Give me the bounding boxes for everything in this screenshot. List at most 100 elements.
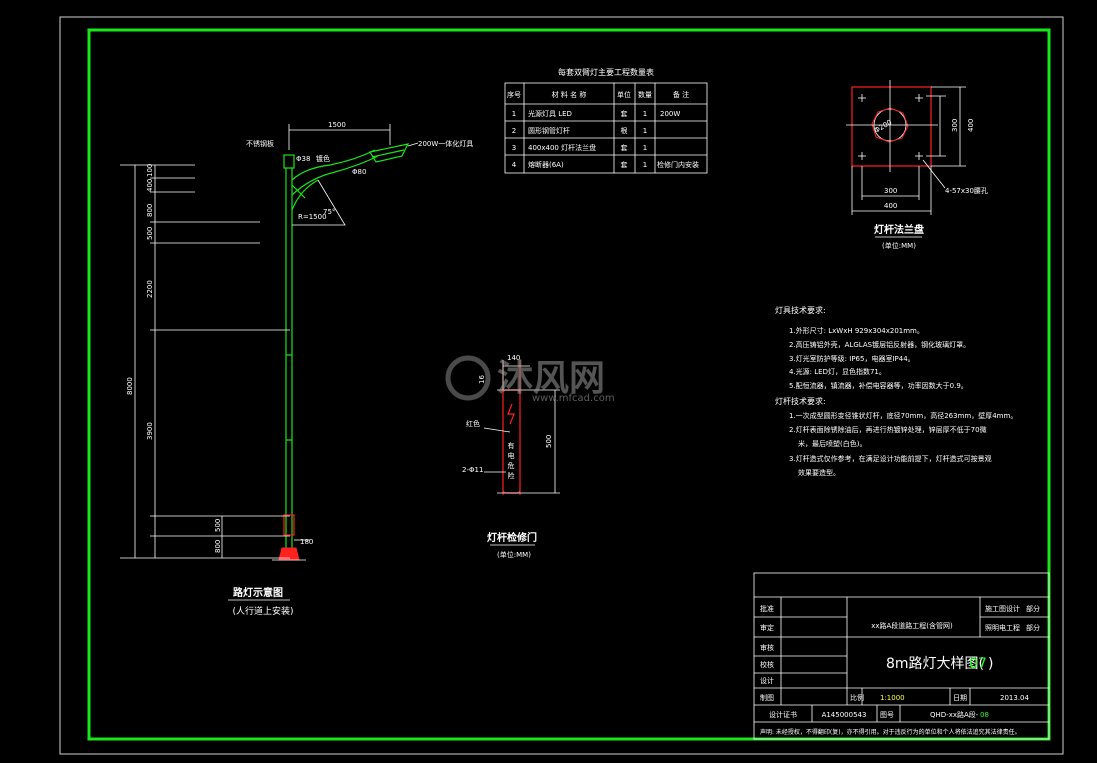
qt-row3-qty: 1 xyxy=(643,144,647,152)
label-bend: 镀色 xyxy=(316,154,330,163)
watermark-url: www.mfcad.com xyxy=(532,393,615,404)
tb-scale-value: 1:1000 xyxy=(880,694,905,702)
qt-row4-no: 4 xyxy=(512,161,517,169)
dim-800: 800 xyxy=(146,204,154,217)
qt-row4-qty: 1 xyxy=(643,161,647,169)
tb-label-approve: 批准 xyxy=(760,604,774,613)
flange-caption-note: (单位:MM) xyxy=(882,241,916,250)
pole-note-5: 效果要造型。 xyxy=(798,468,840,477)
tb-scale-label: 比例 xyxy=(850,693,864,702)
tb-stage2-label: 照明电工程 xyxy=(985,623,1020,632)
qt-row4-unit: 套 xyxy=(621,160,628,169)
qt-row1-name: 光源灯具 LED xyxy=(528,109,572,118)
label-stainless: 不锈钢板 xyxy=(246,139,274,148)
pole-note-2: 2.灯杆表面除锈除油后，再进行热镀锌处理，锌层厚不低于70微 xyxy=(789,425,987,434)
label-dia-top: Φ38 xyxy=(296,155,310,163)
tb-cert-label: 设计证书 xyxy=(769,710,797,719)
lamp-notes-heading: 灯具技术要求: xyxy=(775,305,826,315)
label-angle: 75° xyxy=(323,208,335,216)
lightning-icon xyxy=(507,403,515,425)
qt-row1-no: 1 xyxy=(512,110,516,118)
door-text-1: 有 xyxy=(508,441,515,450)
tb-drawing-no: 07 xyxy=(969,656,987,672)
qt-row2-qty: 1 xyxy=(643,127,647,135)
pole-notes-heading: 灯杆技术要求: xyxy=(775,396,826,406)
door-dim-height: 500 xyxy=(545,435,553,448)
lamp-note-5: 5.配恒流器，镇流器，补偿电容器等，功率因数大于0.9。 xyxy=(789,381,968,390)
tb-stage2-value: 部分 xyxy=(1026,623,1040,632)
door-text-2: 电 xyxy=(508,451,515,460)
tb-figno-value: QHD-xx路A段- xyxy=(930,710,979,719)
watermark: 沐风网 www.mfcad.com xyxy=(445,355,615,404)
tb-stage1-label: 施工图设计 xyxy=(985,604,1020,613)
qt-header-unit: 单位 xyxy=(617,90,631,99)
tb-date-value: 2013.04 xyxy=(1000,694,1029,702)
flange-dim-outer-h: 400 xyxy=(884,202,897,210)
flange-dim-inner-v: 300 xyxy=(951,119,959,132)
pole-note-3: 米，最后喷塑(白色)。 xyxy=(798,439,866,448)
technical-notes: 灯具技术要求: 1.外形尺寸: LxWxH 929x304x201mm。 2.高… xyxy=(775,305,1017,477)
flange-hole-note: 4-57x30腰孔 xyxy=(945,187,988,195)
lamp-note-4: 4.光源: LED灯，显色指数71。 xyxy=(789,367,886,376)
qt-row2-unit: 根 xyxy=(621,126,628,135)
qt-row3-no: 3 xyxy=(512,144,516,152)
flange-dim-outer-v: 400 xyxy=(967,119,975,132)
tb-label-draw: 制图 xyxy=(760,693,774,702)
qt-header-no: 序号 xyxy=(507,90,521,99)
dim-base: 180 xyxy=(300,538,313,546)
tb-label-review: 审核 xyxy=(760,643,774,652)
door-text-4: 险 xyxy=(508,471,515,480)
qt-row2-name: 圆形钢管灯杆 xyxy=(528,126,570,135)
label-lamp: 200W一体化灯具 xyxy=(418,139,473,148)
qt-header-qty: 数量 xyxy=(638,90,652,99)
quantity-table-title: 每套双臂灯主要工程数量表 xyxy=(558,67,654,77)
tb-figno-label: 图号 xyxy=(880,711,894,719)
door-text-3: 危 xyxy=(508,461,515,470)
tb-stage1-value: 部分 xyxy=(1026,604,1040,613)
tb-project: xx路A段道路工程(含管网) xyxy=(871,621,953,630)
pole-note-1: 1.一次成型圆形变径锥状灯杆，底径70mm，高径263mm，壁厚4mm。 xyxy=(789,411,1017,420)
tb-cert-value: A145000543 xyxy=(822,711,867,719)
tb-label-examine: 审定 xyxy=(760,623,774,632)
qt-header-name: 材 料 名 称 xyxy=(552,90,587,99)
quantity-table: 每套双臂灯主要工程数量表 序号 材 料 名 称 单位 数量 备 注 1 光源灯具… xyxy=(504,67,708,174)
tb-figno-highlight: 08 xyxy=(980,711,989,719)
dim-3900: 3900 xyxy=(146,422,154,440)
qt-row3-unit: 套 xyxy=(621,143,628,152)
tb-label-design: 设计 xyxy=(760,676,774,685)
qt-row3-name: 400x400 灯杆法兰盘 xyxy=(528,143,596,152)
pole-note-4: 3.灯杆造式仅作参考，在满足设计功能前提下，灯杆造式可按景观 xyxy=(789,454,992,463)
tb-drawing-title-end: ) xyxy=(988,656,993,672)
door-label-holes: 2-Φ11 xyxy=(462,466,483,474)
qt-row1-unit: 套 xyxy=(621,109,628,118)
streetlight-caption-note: (人行道上安装) xyxy=(232,605,293,617)
dim-2200: 2200 xyxy=(146,280,154,298)
dim-500a: 500 xyxy=(146,227,154,240)
qt-row1-qty: 1 xyxy=(643,110,647,118)
dim-500b: 500 xyxy=(214,519,222,532)
flange-dim-inner-h: 300 xyxy=(884,187,897,195)
tb-date-label: 日期 xyxy=(953,694,967,702)
streetlight-caption: 路灯示意图 xyxy=(233,586,283,599)
tb-label-check: 校核 xyxy=(760,660,774,669)
dim-400: 400 xyxy=(146,179,154,192)
cad-drawing-canvas: 每套双臂灯主要工程数量表 序号 材 料 名 称 单位 数量 备 注 1 光源灯具… xyxy=(59,16,1064,755)
flange-detail: Φ200 300 400 300 400 4-57x30腰孔 灯杆法兰盘 (单位… xyxy=(846,80,988,250)
dim-arm-length: 1500 xyxy=(328,121,346,129)
label-dia-lamp: Φ80 xyxy=(352,168,366,176)
flange-caption: 灯杆法兰盘 xyxy=(874,223,924,236)
qt-header-note: 备 注 xyxy=(673,90,689,99)
dim-800b: 800 xyxy=(214,540,222,553)
title-block: 批准 审定 审核 校核 设计 制图 xx路A段道路工程(含管网) 施工图设计 部… xyxy=(753,572,1050,740)
tb-statement: 声明: 未经授权，不得翻印(复)，亦不得引用。对于违反行为的单位和个人将依法追究… xyxy=(760,728,1021,736)
dim-100: 100 xyxy=(146,164,154,177)
pole-shaft xyxy=(285,168,293,548)
qt-row4-note: 检修门内安装 xyxy=(657,160,699,169)
lamp-note-3: 3.灯光室防护等级: IP65，电器室IP44。 xyxy=(789,354,915,363)
lamp-note-1: 1.外形尺寸: LxWxH 929x304x201mm。 xyxy=(789,326,924,335)
door-caption: 灯杆检修门 xyxy=(487,531,537,544)
door-label-color: 红色 xyxy=(466,419,480,428)
dim-total: 8000 xyxy=(126,377,134,395)
lamp-note-2: 2.高压铸铝外壳，ALGLAS镀层铝反射器，钢化玻璃灯罩。 xyxy=(789,340,970,349)
door-caption-note: (单位:MM) xyxy=(497,550,531,559)
